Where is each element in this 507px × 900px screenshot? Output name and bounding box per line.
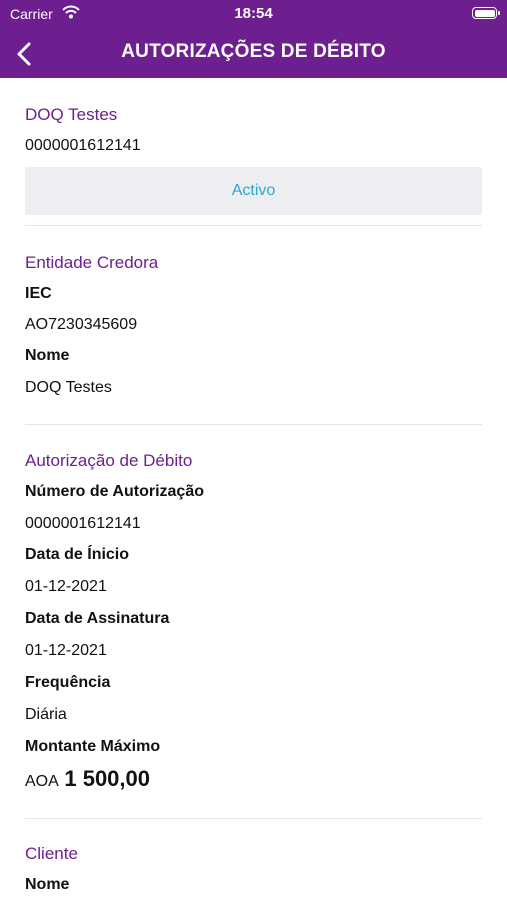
authorization-number-label: Número de Autorização xyxy=(25,483,204,500)
max-amount-label: Montante Máximo xyxy=(25,738,161,755)
account-section: DOQ Testes 0000001612141 xyxy=(0,78,507,156)
authorization-number-value: 0000001612141 xyxy=(25,515,141,532)
clock: 18:54 xyxy=(234,5,273,22)
nav-bar: AUTORIZAÇÕES DE DÉBITO xyxy=(0,28,507,78)
signature-date-label: Data de Assinatura xyxy=(25,610,170,627)
start-date-value: 01-12-2021 xyxy=(25,578,107,595)
client-title: Cliente xyxy=(25,844,78,863)
creditor-title: Entidade Credora xyxy=(25,253,159,272)
status-bar: Carrier 18:54 xyxy=(0,0,507,28)
creditor-name-label: Nome xyxy=(25,347,70,364)
frequency-label: Frequência xyxy=(25,674,111,691)
authorization-title: Autorização de Débito xyxy=(25,451,193,470)
page-title: AUTORIZAÇÕES DE DÉBITO xyxy=(121,41,386,62)
frequency-value: Diária xyxy=(25,706,67,723)
currency-label: AOA xyxy=(25,773,58,790)
creditor-name-value: DOQ Testes xyxy=(25,379,112,396)
client-name-label: Nome xyxy=(25,876,70,893)
max-amount-value: 1 500,00 xyxy=(64,766,150,791)
account-number: 0000001612141 xyxy=(25,137,141,154)
iec-label: IEC xyxy=(25,285,52,302)
start-date-label: Data de Ínicio xyxy=(25,546,130,563)
status-badge: Activo xyxy=(25,167,482,215)
iec-value: AO7230345609 xyxy=(25,316,138,333)
battery-icon xyxy=(472,7,500,19)
authorization-section: Autorização de Débito Número de Autoriza… xyxy=(0,425,507,792)
creditor-section: Entidade Credora IEC AO7230345609 Nome D… xyxy=(0,226,507,398)
client-section: Cliente Nome xyxy=(0,819,507,895)
account-name: DOQ Testes xyxy=(25,105,118,124)
detail-content: DOQ Testes 0000001612141 Activo Entidade… xyxy=(0,78,507,895)
max-amount: AOA 1 500,00 xyxy=(25,766,482,792)
signature-date-value: 01-12-2021 xyxy=(25,642,107,659)
